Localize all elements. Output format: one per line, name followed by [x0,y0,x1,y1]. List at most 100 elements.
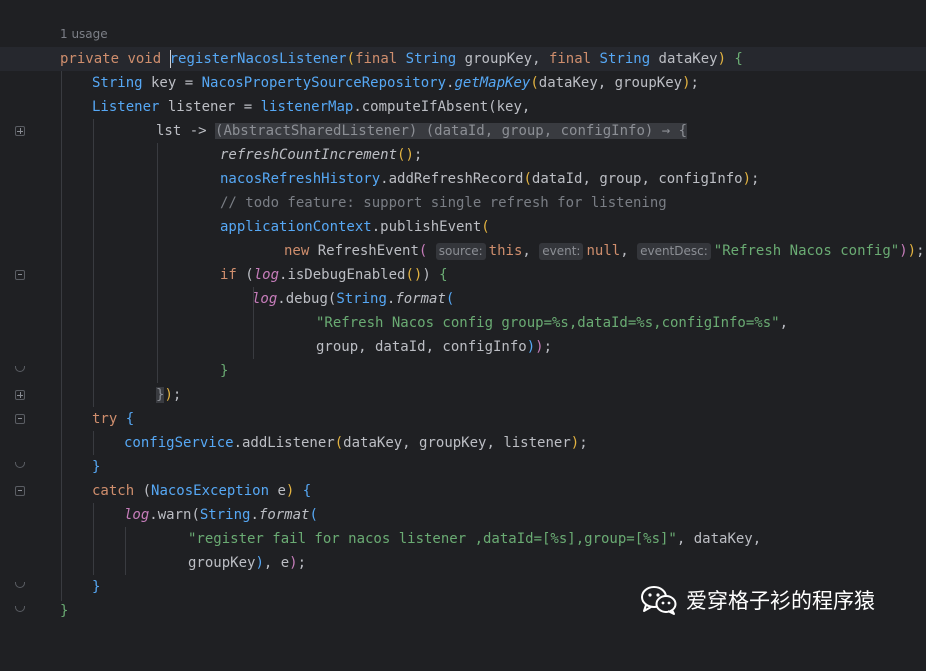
code-token: . [250,507,259,523]
code-token: listenerMap [260,99,354,115]
code-token: } [92,579,101,595]
code-token: ) [570,435,580,451]
lambda-type-hint[interactable]: (AbstractSharedListener) (dataId, group,… [215,123,688,139]
code-token: { [726,51,743,67]
code-token: lst -> [156,123,216,139]
code-token: ) [422,267,431,283]
code-token: } [220,363,229,379]
code-token: final [548,51,592,67]
code-token: .publishEvent [371,219,482,235]
code-token: if [220,267,237,283]
code-line[interactable]: "register fail for nacos listener ,dataI… [0,527,926,551]
code-line[interactable]: catch (NacosException e) { [0,479,926,503]
code-token: { [117,411,135,427]
code-token: ( [523,171,532,187]
code-token: ) [289,555,298,571]
code-token: ( [236,267,254,283]
code-line[interactable]: applicationContext.publishEvent( [0,215,926,239]
code-token: } [92,459,101,475]
watermark: 爱穿格子衫的程序猿 [640,580,875,620]
code-token: groupKey [188,555,256,571]
code-line[interactable]: log.warn(String.format( [0,503,926,527]
code-token: ( [481,219,490,235]
code-token: ; [172,387,182,403]
code-token: , [522,243,531,259]
param-hint: event: [539,243,584,260]
code-token: Listener [92,99,160,115]
code-line[interactable]: configService.addListener(dataKey, group… [0,431,926,455]
code-token: ) [535,339,544,355]
code-token: , [779,315,789,331]
code-token: , dataKey, [676,531,762,547]
code-token: ) [742,171,752,187]
code-token: { [430,267,448,283]
code-token: .addRefreshRecord [380,171,524,187]
code-token: ( [418,243,428,259]
code-line[interactable]: // todo feature: support single refresh … [0,191,926,215]
code-token: groupKey, [456,51,549,67]
code-token: String [599,51,651,67]
code-line[interactable]: } [0,455,926,479]
code-line[interactable]: try { [0,407,926,431]
code-line[interactable]: nacosRefreshHistory.addRefreshRecord(dat… [0,167,926,191]
code-line[interactable]: refreshCountIncrement(); [0,143,926,167]
code-token: .isDebugEnabled [279,267,406,283]
code-token: dataKey [650,51,718,67]
code-token: log [252,291,278,307]
code-token: String [92,75,143,91]
code-line[interactable]: Listener listener = listenerMap.computeI… [0,95,926,119]
code-token: ( [334,435,344,451]
code-token: { [294,483,312,499]
code-token: , e [263,555,290,571]
code-line[interactable]: if (log.isDebugEnabled()) { [0,263,926,287]
code-token: ( [445,291,455,307]
code-string: "Refresh Nacos config group=%s,dataId=%s… [316,315,780,331]
code-token: ; [413,147,423,163]
code-token: void [127,51,162,67]
code-token: } [60,603,69,619]
code-token: ; [297,555,307,571]
code-token: String [405,51,457,67]
code-token: format [258,507,310,523]
code-line[interactable]: String key = NacosPropertySourceReposito… [0,71,926,95]
code-token: null [586,243,621,259]
code-token: ) [899,243,908,259]
code-token: new [284,243,310,259]
usage-count-hint[interactable]: 1 usage [60,27,108,41]
code-line[interactable]: lst -> (AbstractSharedListener) (dataId,… [0,119,926,143]
code-token: final [355,51,398,67]
code-token: ( [309,507,318,523]
code-line[interactable]: private void registerNacosListener(final… [0,47,926,71]
code-line[interactable]: "Refresh Nacos config group=%s,dataId=%s… [0,311,926,335]
code-token: format [395,291,446,307]
watermark-text: 爱穿格子衫的程序猿 [686,589,875,613]
code-line[interactable]: group, dataId, configInfo)); [0,335,926,359]
code-token: configService [124,435,234,451]
code-token: NacosPropertySourceRepository [201,75,447,91]
code-token: dataId, group, configInfo [531,171,743,187]
code-token: applicationContext [220,219,372,235]
code-token: listener = [159,99,261,115]
code-line[interactable]: }); [0,383,926,407]
code-token: ( [346,51,356,67]
code-token: try [92,411,118,427]
code-editor[interactable]: 1 usage private void registerNacosListen… [0,0,926,640]
code-token: NacosException [151,483,270,499]
code-token: nacosRefreshHistory [220,171,381,187]
code-token: ; [916,243,925,259]
code-line[interactable]: groupKey), e); [0,551,926,575]
method-name[interactable]: registerNacosListener [170,51,347,67]
code-line[interactable]: log.debug(String.format( [0,287,926,311]
code-token: ; [690,75,699,91]
code-token: ) [164,387,173,403]
param-hint: source: [435,243,486,260]
code-line[interactable]: new RefreshEvent( source: this, event: nul… [0,239,926,263]
code-token: String [336,291,387,307]
code-line[interactable]: } [0,359,926,383]
code-token: RefreshEvent [309,243,419,259]
code-token: .addListener [233,435,335,451]
code-token: .debug( [277,291,337,307]
